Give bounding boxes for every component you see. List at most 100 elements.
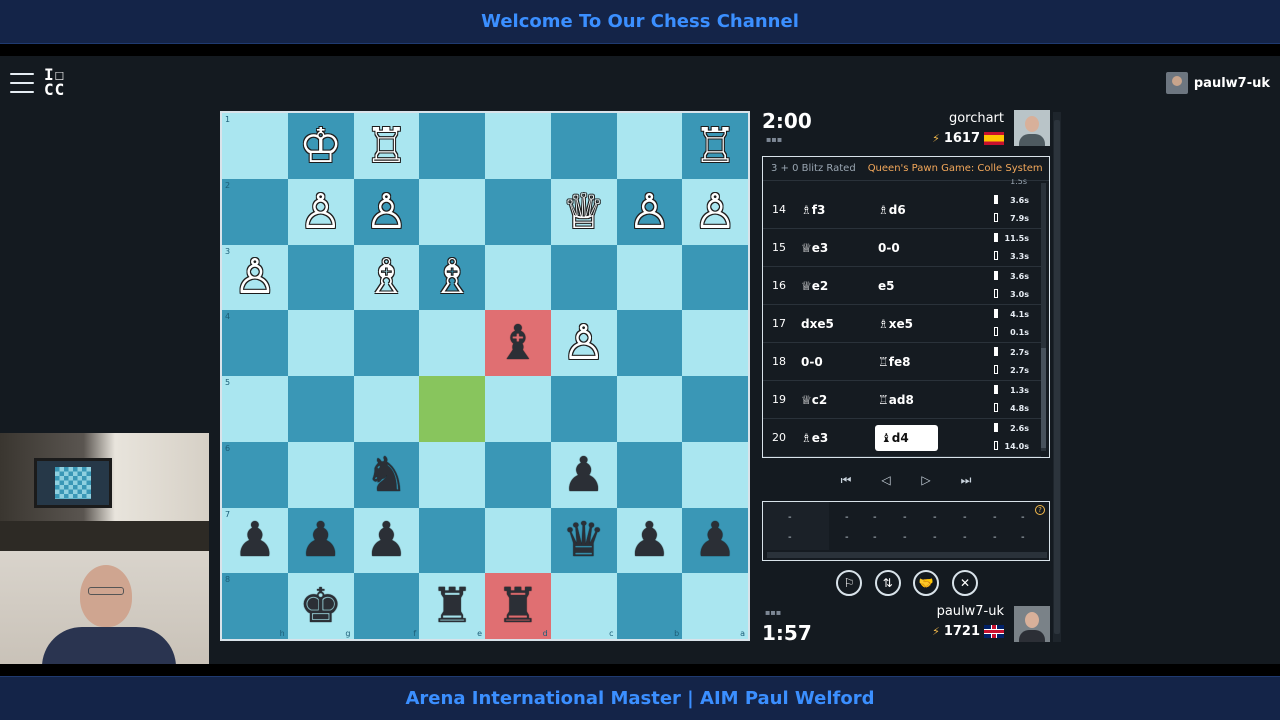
board-square[interactable]: c [550,573,617,639]
white-piece-icon[interactable]: ♕ [562,188,605,236]
board-square[interactable] [287,244,354,311]
board-square[interactable]: ♙ [287,178,354,245]
white-piece-icon[interactable]: ♙ [694,188,737,236]
board-square[interactable]: b [616,573,683,639]
next-move-icon[interactable]: ▷ [917,473,935,487]
board-square[interactable] [287,376,354,442]
board-square[interactable] [485,113,551,179]
board-square[interactable]: ♟ [682,507,748,574]
white-piece-icon[interactable]: ♙ [628,188,671,236]
black-piece-icon[interactable]: ♝ [496,319,539,367]
board-square[interactable] [419,113,485,179]
board-square[interactable]: ♟ [353,507,420,574]
eval-scrollbar[interactable] [767,552,1047,558]
white-move[interactable]: ♕e3 [801,241,828,255]
board-square[interactable]: 2 [222,178,288,245]
board-square[interactable] [550,376,617,442]
opponent-name[interactable]: gorchart [949,111,1004,126]
white-piece-icon[interactable]: ♖ [694,122,737,170]
board-square[interactable] [287,310,354,376]
chess-board[interactable]: 1 ♔ ♖ ♖ 2 ♙ ♙ ♕ ♙ ♙ 3 ♙ ♗ ♗ 4 ♝ ♙ 5 6 ♞ ♟ 7 ♟ ♟ ♟ ♛ ♟ ♟ 8 h g ♚ f e ♜ d ♜ c b a [220,111,750,641]
board-square[interactable] [616,310,683,376]
board-square[interactable]: ♙ [550,310,617,376]
board-square[interactable] [550,113,617,179]
board-square[interactable] [682,376,748,442]
board-square[interactable] [353,376,420,442]
board-square[interactable] [485,178,551,245]
user-menu[interactable]: paulw7-uk [1165,72,1270,94]
board-square[interactable] [616,244,683,311]
white-piece-icon[interactable]: ♔ [299,122,342,170]
board-square[interactable] [682,310,748,376]
black-move[interactable]: ♖ad8 [875,393,917,407]
black-move[interactable]: ♝d4 [875,425,938,451]
white-move[interactable]: dxe5 [801,317,834,331]
black-piece-icon[interactable]: ♜ [496,582,539,630]
white-move[interactable]: ♕c2 [801,393,827,407]
board-square[interactable]: ♙ [616,178,683,245]
white-piece-icon[interactable]: ♗ [365,253,408,301]
move-list-scrollbar[interactable] [1041,183,1046,451]
white-move[interactable]: 0-0 [801,355,823,369]
board-square[interactable] [419,507,485,574]
prev-move-icon[interactable]: ◁ [877,473,895,487]
board-square[interactable] [550,244,617,311]
board-square[interactable]: ♟ [550,441,617,508]
opponent-avatar[interactable] [1014,110,1050,146]
icc-logo[interactable]: I☐ CC [44,67,78,99]
white-piece-icon[interactable]: ♗ [431,253,474,301]
board-square[interactable] [419,310,485,376]
white-move[interactable]: ♗e3 [801,431,828,445]
board-square[interactable] [485,441,551,508]
board-square[interactable]: ♖ [353,113,420,179]
board-square[interactable] [682,441,748,508]
board-square[interactable]: ♝ [485,310,551,376]
board-square[interactable]: 6 [222,441,288,508]
board-square[interactable]: ♗ [419,244,485,311]
board-square[interactable]: ♕ [550,178,617,245]
black-piece-icon[interactable]: ♚ [299,582,342,630]
board-square[interactable]: d ♜ [485,573,551,639]
board-square[interactable]: ♙ [353,178,420,245]
black-move[interactable]: e5 [875,279,898,293]
black-piece-icon[interactable]: ♟ [233,516,276,564]
resign-flag-icon[interactable]: ⚐ [836,570,862,596]
board-square[interactable] [485,244,551,311]
black-piece-icon[interactable]: ♟ [694,516,737,564]
board-square[interactable]: ♛ [550,507,617,574]
white-piece-icon[interactable]: ♙ [233,253,276,301]
player-name[interactable]: paulw7-uk [937,604,1004,619]
help-icon[interactable]: ? [1035,505,1045,515]
board-square[interactable] [419,178,485,245]
black-piece-icon[interactable]: ♟ [299,516,342,564]
black-piece-icon[interactable]: ♟ [365,516,408,564]
board-square[interactable]: ♙ [682,178,748,245]
board-square[interactable]: ♔ [287,113,354,179]
board-square[interactable]: e ♜ [419,573,485,639]
black-piece-icon[interactable]: ♞ [365,451,408,499]
board-square[interactable]: 3 ♙ [222,244,288,311]
white-piece-icon[interactable]: ♖ [365,122,408,170]
black-move[interactable]: 0-0 [875,241,903,255]
white-piece-icon[interactable]: ♙ [365,188,408,236]
board-square[interactable]: 8h [222,573,288,639]
board-square[interactable] [419,376,485,442]
board-square[interactable]: 1 [222,113,288,179]
white-move[interactable]: ♕e2 [801,279,828,293]
menu-icon[interactable] [10,73,34,93]
board-square[interactable] [616,376,683,442]
black-piece-icon[interactable]: ♟ [562,451,605,499]
board-square[interactable] [485,507,551,574]
black-move[interactable]: ♗xe5 [875,317,916,331]
board-square[interactable]: f [353,573,420,639]
offer-draw-icon[interactable]: 🤝 [913,570,940,596]
opening-name[interactable]: Queen's Pawn Game: Colle System [868,163,1043,174]
board-square[interactable] [353,310,420,376]
player-avatar[interactable] [1014,606,1050,642]
board-square[interactable]: 5 [222,376,288,442]
board-square[interactable]: 4 [222,310,288,376]
abort-close-icon[interactable]: ✕ [951,570,978,596]
board-square[interactable]: a [682,573,748,639]
black-piece-icon[interactable]: ♜ [431,582,474,630]
board-square[interactable] [419,441,485,508]
